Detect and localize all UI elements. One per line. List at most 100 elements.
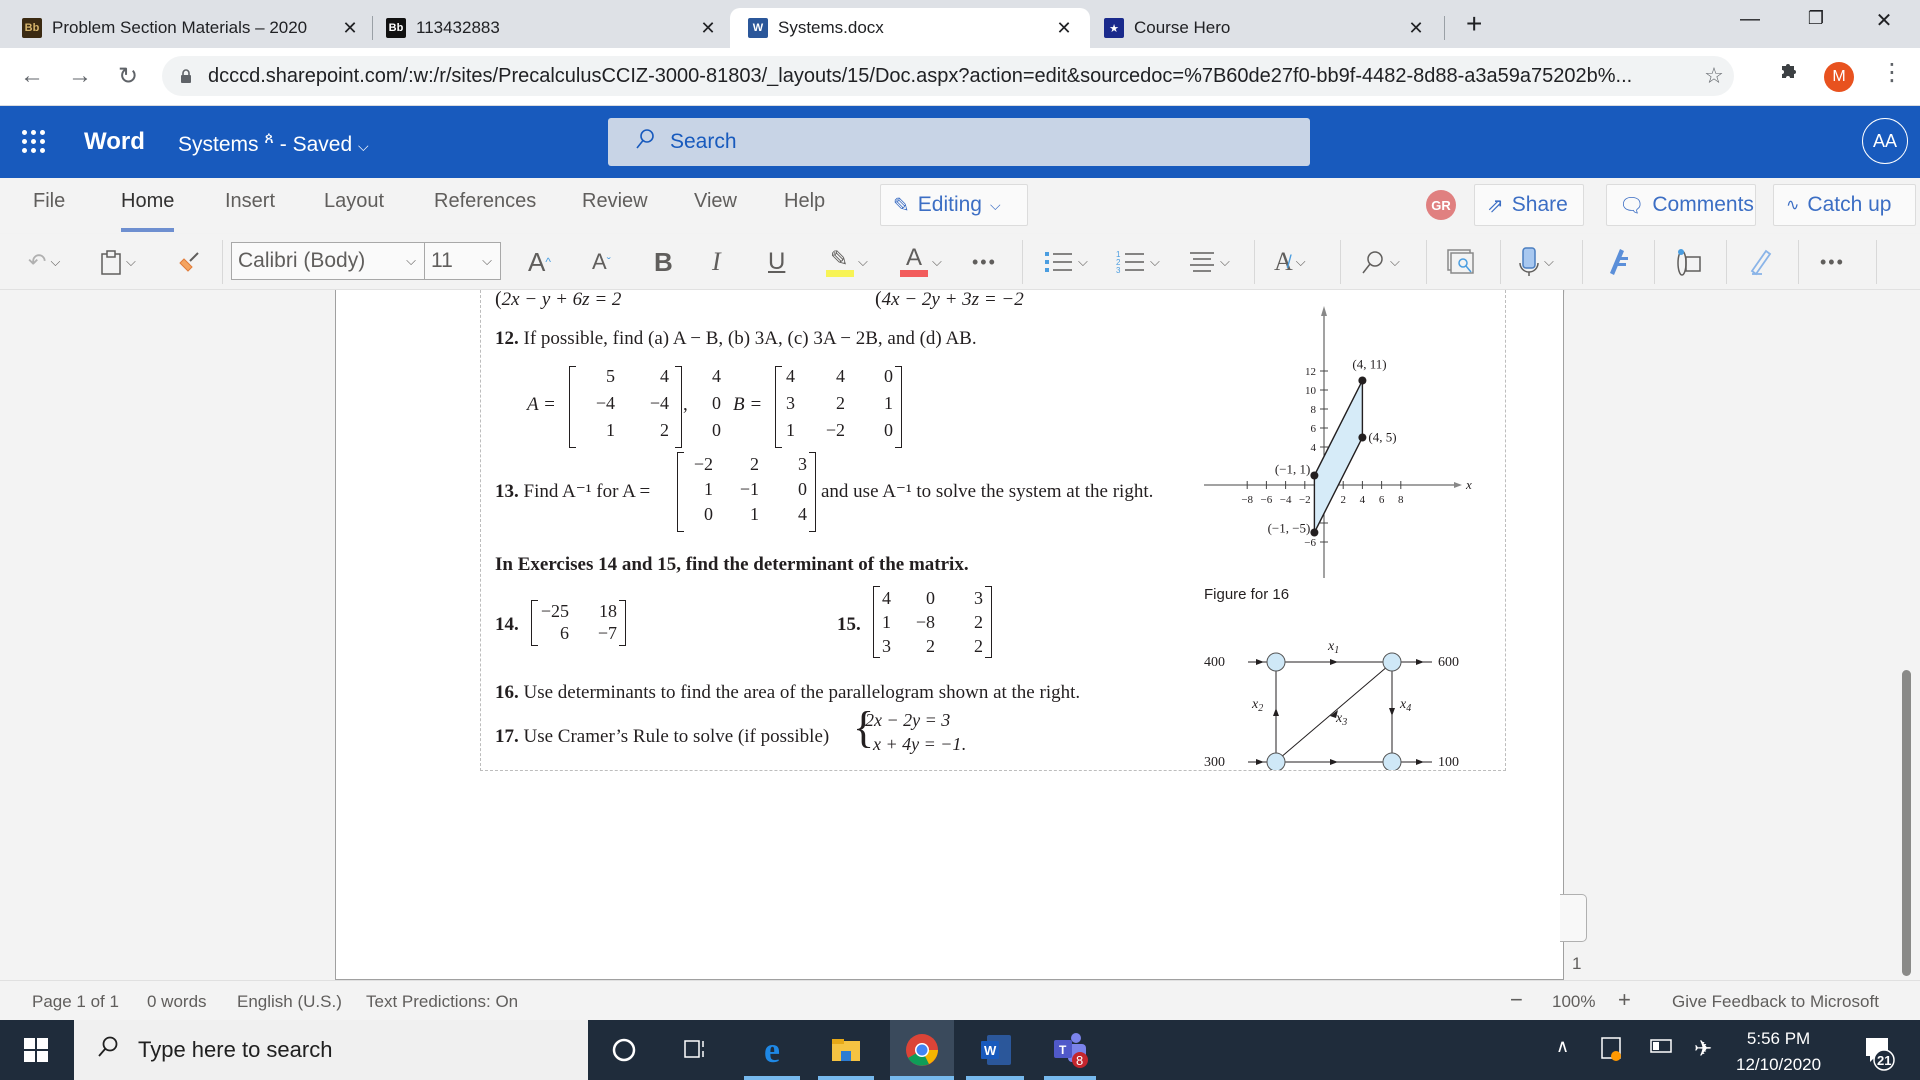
tab-help[interactable]: Help — [784, 190, 825, 213]
page-navigator-tab[interactable] — [1560, 894, 1587, 942]
app-launcher-icon[interactable] — [22, 130, 46, 154]
svg-text:W: W — [984, 1043, 997, 1058]
system-clock[interactable]: 5:56 PM 12/10/2020 — [1736, 1026, 1821, 1078]
bookmark-star-icon[interactable]: ☆ — [1694, 63, 1734, 89]
network-flow-diagram: 400 300 600 100 x1 x2 x3 x4 — [1204, 639, 1459, 770]
tab-file[interactable]: File — [33, 190, 65, 213]
reload-button[interactable]: ↻ — [112, 62, 144, 91]
browser-tab-course-hero[interactable]: ★ Course Hero ✕ — [1104, 8, 1428, 48]
browser-tab-problem-section[interactable]: Bb Problem Section Materials – 2020 ✕ — [22, 8, 362, 48]
close-tab-icon[interactable]: ✕ — [1052, 18, 1076, 39]
search-input[interactable]: Search — [608, 118, 1310, 166]
sync-status-icon[interactable] — [1600, 1036, 1624, 1067]
x-tick-label: 2 — [1340, 494, 1346, 506]
question-number: 13. — [495, 481, 519, 502]
word-count[interactable]: 0 words — [147, 992, 207, 1012]
word-taskbar-icon[interactable]: W — [976, 1030, 1016, 1070]
tab-title: 113432883 — [416, 18, 500, 37]
browser-tab-systems-docx[interactable]: W Systems.docx ✕ — [730, 8, 1090, 48]
address-bar[interactable]: dcccd.sharepoint.com/:w:/r/sites/Precalc… — [162, 56, 1734, 96]
browser-tab-113432883[interactable]: Bb 113432883 ✕ — [386, 8, 720, 48]
bracket-right — [675, 366, 682, 448]
user-account-avatar[interactable]: AA — [1862, 118, 1908, 164]
tab-references[interactable]: References — [434, 190, 536, 213]
page-count[interactable]: Page 1 of 1 — [32, 992, 119, 1012]
show-hidden-icons-button[interactable]: ∧ — [1556, 1036, 1569, 1057]
undo-button[interactable]: ↶ ⌵ — [28, 246, 60, 278]
feedback-link[interactable]: Give Feedback to Microsoft — [1672, 992, 1879, 1012]
windows-start-icon[interactable] — [24, 1038, 48, 1062]
file-explorer-icon[interactable] — [826, 1030, 866, 1070]
text-predictions[interactable]: Text Predictions: On — [366, 992, 518, 1012]
app-name[interactable]: Word — [84, 128, 145, 156]
font-selector[interactable]: Calibri (Body) ⌵ 11 ⌵ — [231, 242, 501, 280]
taskbar-search-input[interactable]: Type here to search — [74, 1020, 588, 1080]
matrix-cell: 4 — [836, 366, 845, 386]
designer-button[interactable] — [1674, 246, 1704, 278]
align-button[interactable]: ⌵ — [1188, 246, 1230, 278]
browser-menu-icon[interactable]: ⋮ — [1880, 58, 1904, 87]
minimize-button[interactable]: — — [1720, 8, 1780, 31]
close-tab-icon[interactable]: ✕ — [338, 18, 362, 39]
forward-button[interactable]: → — [64, 62, 96, 90]
new-tab-button[interactable]: + — [1466, 8, 1482, 40]
teams-icon[interactable]: T8 — [1050, 1030, 1090, 1070]
highlight-button[interactable]: ✎ ⌵ — [826, 246, 868, 278]
close-tab-icon[interactable]: ✕ — [1404, 18, 1428, 39]
share-button[interactable]: ⇗ Share — [1474, 184, 1584, 226]
numbering-button[interactable]: 123 ⌵ — [1116, 246, 1160, 278]
action-center-icon[interactable]: 21 — [1862, 1036, 1895, 1071]
grow-font-button[interactable]: A ^ — [528, 246, 551, 278]
question-12: 12. If possible, find (a) A − B, (b) 3A,… — [495, 328, 977, 350]
document-title[interactable]: Systems ጰ - Saved ⌵ — [178, 130, 369, 157]
paste-button[interactable]: ⌵ — [100, 246, 136, 278]
matrix-cell: 2 — [926, 636, 935, 656]
more-options-button[interactable]: ••• — [1820, 246, 1845, 278]
tab-view[interactable]: View — [694, 190, 737, 213]
back-button[interactable]: ← — [16, 62, 48, 90]
cortana-icon[interactable] — [604, 1030, 644, 1070]
zoom-in-button[interactable]: + — [1618, 987, 1631, 1013]
battery-icon[interactable] — [1650, 1036, 1674, 1061]
tab-layout[interactable]: Layout — [324, 190, 384, 213]
profile-avatar[interactable]: M — [1824, 62, 1854, 92]
comments-button[interactable]: 🗨 Comments — [1606, 184, 1756, 226]
zoom-out-button[interactable]: − — [1510, 987, 1523, 1013]
font-name-dropdown[interactable]: Calibri (Body) ⌵ — [232, 243, 425, 279]
restore-button[interactable]: ❐ — [1786, 8, 1846, 29]
coauthor-avatar[interactable]: GR — [1426, 190, 1456, 220]
more-font-options-button[interactable]: ••• — [972, 246, 997, 278]
close-tab-icon[interactable]: ✕ — [696, 18, 720, 39]
styles-button[interactable]: A / ⌵ — [1274, 246, 1306, 278]
chrome-icon[interactable] — [902, 1030, 942, 1070]
find-button[interactable]: ⌵ — [1360, 246, 1400, 278]
draw-button[interactable] — [1748, 246, 1776, 278]
close-window-button[interactable]: ✕ — [1854, 8, 1914, 33]
bullets-button[interactable]: ⌵ — [1044, 246, 1088, 278]
immersive-reader-button[interactable] — [1446, 246, 1476, 278]
airplane-mode-icon[interactable]: ✈ — [1694, 1036, 1712, 1062]
italic-button[interactable]: I — [712, 246, 721, 278]
editor-button[interactable] — [1604, 246, 1632, 278]
edge-browser-icon[interactable]: e — [752, 1030, 792, 1070]
tab-home[interactable]: Home — [121, 190, 175, 232]
language[interactable]: English (U.S.) — [237, 992, 342, 1012]
format-painter-button[interactable] — [176, 246, 202, 278]
dictate-button[interactable]: ⌵ — [1518, 246, 1554, 278]
task-view-icon[interactable] — [676, 1030, 716, 1070]
share-label: Share — [1511, 193, 1568, 216]
shrink-font-button[interactable]: Aˇ — [592, 246, 611, 278]
tab-review[interactable]: Review — [582, 190, 648, 213]
vertical-scrollbar[interactable] — [1902, 670, 1911, 976]
font-size-dropdown[interactable]: 11 ⌵ — [425, 243, 500, 279]
matrix-cell: 0 — [798, 479, 807, 499]
zoom-level[interactable]: 100% — [1552, 992, 1595, 1012]
font-color-button[interactable]: A ⌵ — [900, 244, 942, 278]
extensions-puzzle-icon[interactable] — [1778, 60, 1800, 88]
tab-insert[interactable]: Insert — [225, 190, 275, 213]
find-icon — [1362, 251, 1383, 274]
underline-button[interactable]: U — [768, 246, 785, 278]
catch-up-button[interactable]: ∿ Catch up — [1773, 184, 1916, 226]
editing-mode-button[interactable]: ✎ Editing ⌵ — [880, 184, 1028, 226]
bold-button[interactable]: B — [654, 246, 673, 278]
